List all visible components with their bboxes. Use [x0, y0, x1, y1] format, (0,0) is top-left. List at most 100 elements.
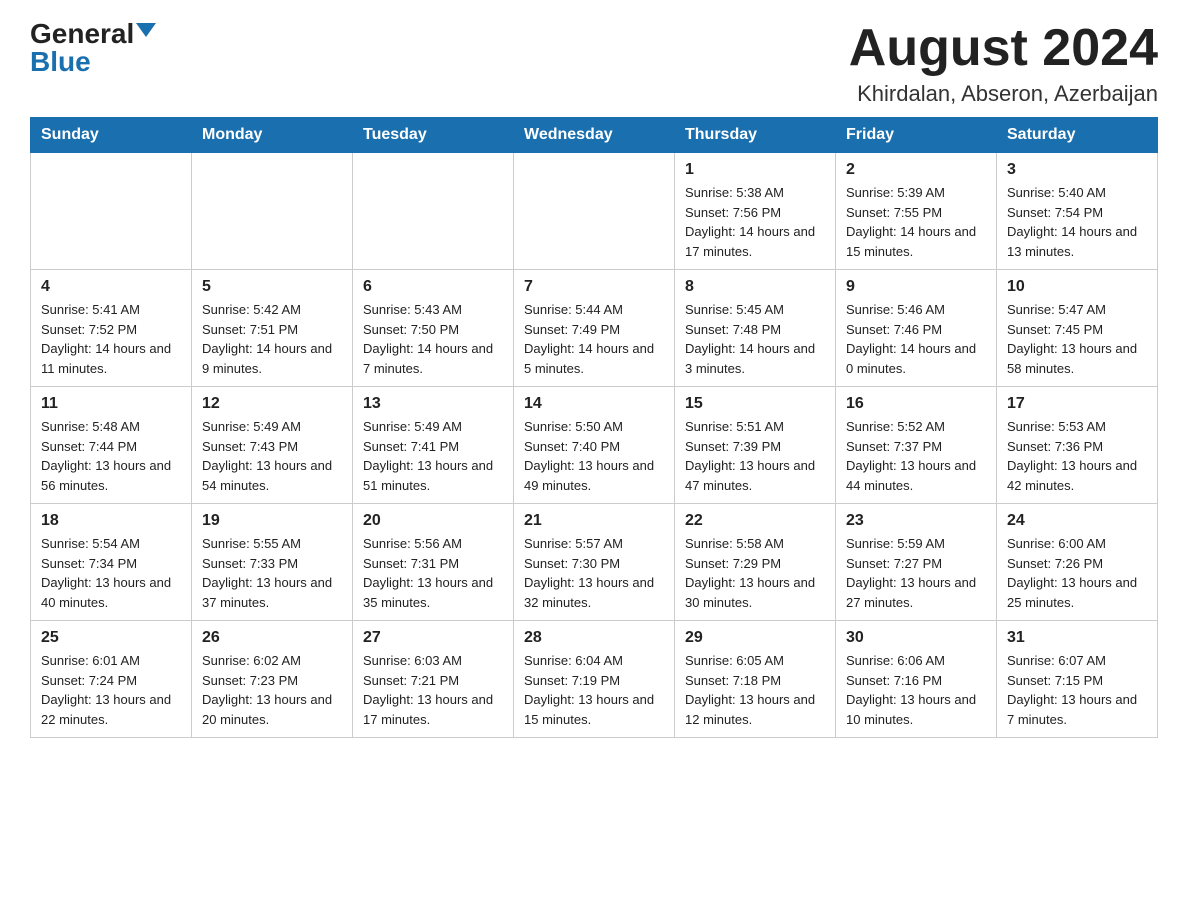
day-number: 18 [41, 512, 181, 530]
day-info: Sunrise: 6:02 AM Sunset: 7:23 PM Dayligh… [202, 651, 342, 729]
calendar-cell: 10 Sunrise: 5:47 AM Sunset: 7:45 PM Dayli… [997, 270, 1158, 387]
calendar-cell: 6Sunrise: 5:43 AM Sunset: 7:50 PM Daylig… [353, 270, 514, 387]
day-number: 10 [1007, 278, 1147, 296]
calendar-cell: 30Sunrise: 6:06 AM Sunset: 7:16 PM Dayli… [836, 621, 997, 738]
day-number: 26 [202, 629, 342, 647]
day-info: Sunrise: 5:53 AM Sunset: 7:36 PM Dayligh… [1007, 417, 1147, 495]
day-number: 1 [685, 161, 825, 179]
days-of-week-row: SundayMondayTuesdayWednesdayThursdayFrid… [31, 118, 1158, 153]
day-info: Sunrise: 5:49 AM Sunset: 7:41 PM Dayligh… [363, 417, 503, 495]
day-number: 13 [363, 395, 503, 413]
day-number: 7 [524, 278, 664, 296]
day-number: 3 [1007, 161, 1147, 179]
day-number: 2 [846, 161, 986, 179]
day-info: Sunrise: 5:59 AM Sunset: 7:27 PM Dayligh… [846, 534, 986, 612]
day-of-week-header: Monday [192, 118, 353, 153]
day-info: Sunrise: 5:44 AM Sunset: 7:49 PM Dayligh… [524, 300, 664, 378]
day-number: 15 [685, 395, 825, 413]
calendar-cell: 19 Sunrise: 5:55 AM Sunset: 7:33 PM Dayli… [192, 504, 353, 621]
day-info: Sunrise: 5:40 AM Sunset: 7:54 PM Dayligh… [1007, 183, 1147, 261]
day-info: Sunrise: 6:07 AM Sunset: 7:15 PM Dayligh… [1007, 651, 1147, 729]
calendar-cell: 26 Sunrise: 6:02 AM Sunset: 7:23 PM Dayli… [192, 621, 353, 738]
calendar-cell [31, 153, 192, 270]
calendar-cell: 25Sunrise: 6:01 AM Sunset: 7:24 PM Dayli… [31, 621, 192, 738]
calendar-cell: 24 Sunrise: 6:00 AM Sunset: 7:26 PM Dayli… [997, 504, 1158, 621]
day-number: 19 [202, 512, 342, 530]
day-info: Sunrise: 5:41 AM Sunset: 7:52 PM Dayligh… [41, 300, 181, 378]
day-info: Sunrise: 5:47 AM Sunset: 7:45 PM Dayligh… [1007, 300, 1147, 378]
calendar-cell [192, 153, 353, 270]
day-info: Sunrise: 5:54 AM Sunset: 7:34 PM Dayligh… [41, 534, 181, 612]
calendar-cell: 28Sunrise: 6:04 AM Sunset: 7:19 PM Dayli… [514, 621, 675, 738]
calendar-cell: 17 Sunrise: 5:53 AM Sunset: 7:36 PM Dayli… [997, 387, 1158, 504]
day-number: 21 [524, 512, 664, 530]
calendar-header: SundayMondayTuesdayWednesdayThursdayFrid… [31, 118, 1158, 153]
day-info: Sunrise: 5:48 AM Sunset: 7:44 PM Dayligh… [41, 417, 181, 495]
calendar-cell: 20Sunrise: 5:56 AM Sunset: 7:31 PM Dayli… [353, 504, 514, 621]
calendar-cell: 4 Sunrise: 5:41 AM Sunset: 7:52 PM Daylig… [31, 270, 192, 387]
day-info: Sunrise: 6:05 AM Sunset: 7:18 PM Dayligh… [685, 651, 825, 729]
calendar-cell: 1 Sunrise: 5:38 AM Sunset: 7:56 PM Daylig… [675, 153, 836, 270]
day-number: 30 [846, 629, 986, 647]
day-info: Sunrise: 5:42 AM Sunset: 7:51 PM Dayligh… [202, 300, 342, 378]
calendar-cell: 23Sunrise: 5:59 AM Sunset: 7:27 PM Dayli… [836, 504, 997, 621]
day-number: 27 [363, 629, 503, 647]
location-subtitle: Khirdalan, Abseron, Azerbaijan [849, 81, 1158, 107]
day-number: 22 [685, 512, 825, 530]
calendar-cell: 29Sunrise: 6:05 AM Sunset: 7:18 PM Dayli… [675, 621, 836, 738]
day-info: Sunrise: 6:00 AM Sunset: 7:26 PM Dayligh… [1007, 534, 1147, 612]
day-number: 11 [41, 395, 181, 413]
day-info: Sunrise: 5:55 AM Sunset: 7:33 PM Dayligh… [202, 534, 342, 612]
calendar-cell: 7 Sunrise: 5:44 AM Sunset: 7:49 PM Daylig… [514, 270, 675, 387]
day-info: Sunrise: 5:51 AM Sunset: 7:39 PM Dayligh… [685, 417, 825, 495]
day-info: Sunrise: 5:45 AM Sunset: 7:48 PM Dayligh… [685, 300, 825, 378]
day-info: Sunrise: 5:58 AM Sunset: 7:29 PM Dayligh… [685, 534, 825, 612]
calendar-week-row: 4 Sunrise: 5:41 AM Sunset: 7:52 PM Daylig… [31, 270, 1158, 387]
day-of-week-header: Wednesday [514, 118, 675, 153]
day-of-week-header: Friday [836, 118, 997, 153]
day-number: 8 [685, 278, 825, 296]
day-number: 9 [846, 278, 986, 296]
calendar-week-row: 25Sunrise: 6:01 AM Sunset: 7:24 PM Dayli… [31, 621, 1158, 738]
day-number: 6 [363, 278, 503, 296]
day-number: 17 [1007, 395, 1147, 413]
calendar-cell: 18 Sunrise: 5:54 AM Sunset: 7:34 PM Dayli… [31, 504, 192, 621]
day-info: Sunrise: 5:50 AM Sunset: 7:40 PM Dayligh… [524, 417, 664, 495]
calendar-cell: 14 Sunrise: 5:50 AM Sunset: 7:40 PM Dayli… [514, 387, 675, 504]
calendar-cell: 3 Sunrise: 5:40 AM Sunset: 7:54 PM Daylig… [997, 153, 1158, 270]
day-number: 14 [524, 395, 664, 413]
calendar-cell: 16 Sunrise: 5:52 AM Sunset: 7:37 PM Dayli… [836, 387, 997, 504]
calendar-cell: 27Sunrise: 6:03 AM Sunset: 7:21 PM Dayli… [353, 621, 514, 738]
logo-general-text: General [30, 20, 134, 48]
day-info: Sunrise: 5:46 AM Sunset: 7:46 PM Dayligh… [846, 300, 986, 378]
logo: General Blue [30, 20, 156, 76]
calendar-cell: 8 Sunrise: 5:45 AM Sunset: 7:48 PM Daylig… [675, 270, 836, 387]
day-number: 5 [202, 278, 342, 296]
day-info: Sunrise: 5:39 AM Sunset: 7:55 PM Dayligh… [846, 183, 986, 261]
calendar-cell: 15 Sunrise: 5:51 AM Sunset: 7:39 PM Dayli… [675, 387, 836, 504]
title-block: August 2024 Khirdalan, Abseron, Azerbaij… [849, 20, 1158, 107]
day-of-week-header: Tuesday [353, 118, 514, 153]
calendar-week-row: 1 Sunrise: 5:38 AM Sunset: 7:56 PM Daylig… [31, 153, 1158, 270]
calendar-cell: 22 Sunrise: 5:58 AM Sunset: 7:29 PM Dayli… [675, 504, 836, 621]
logo-blue-text: Blue [30, 46, 91, 77]
page-header: General Blue August 2024 Khirdalan, Abse… [30, 20, 1158, 107]
month-year-title: August 2024 [849, 20, 1158, 77]
day-number: 4 [41, 278, 181, 296]
day-info: Sunrise: 5:52 AM Sunset: 7:37 PM Dayligh… [846, 417, 986, 495]
day-number: 24 [1007, 512, 1147, 530]
day-of-week-header: Sunday [31, 118, 192, 153]
calendar-cell [514, 153, 675, 270]
calendar-cell: 12Sunrise: 5:49 AM Sunset: 7:43 PM Dayli… [192, 387, 353, 504]
calendar-cell: 5 Sunrise: 5:42 AM Sunset: 7:51 PM Daylig… [192, 270, 353, 387]
calendar-week-row: 11 Sunrise: 5:48 AM Sunset: 7:44 PM Dayli… [31, 387, 1158, 504]
day-number: 16 [846, 395, 986, 413]
day-number: 28 [524, 629, 664, 647]
logo-triangle-icon [136, 23, 156, 37]
calendar-week-row: 18 Sunrise: 5:54 AM Sunset: 7:34 PM Dayli… [31, 504, 1158, 621]
day-info: Sunrise: 5:38 AM Sunset: 7:56 PM Dayligh… [685, 183, 825, 261]
day-of-week-header: Saturday [997, 118, 1158, 153]
day-info: Sunrise: 5:49 AM Sunset: 7:43 PM Dayligh… [202, 417, 342, 495]
calendar-cell: 2 Sunrise: 5:39 AM Sunset: 7:55 PM Daylig… [836, 153, 997, 270]
day-number: 20 [363, 512, 503, 530]
